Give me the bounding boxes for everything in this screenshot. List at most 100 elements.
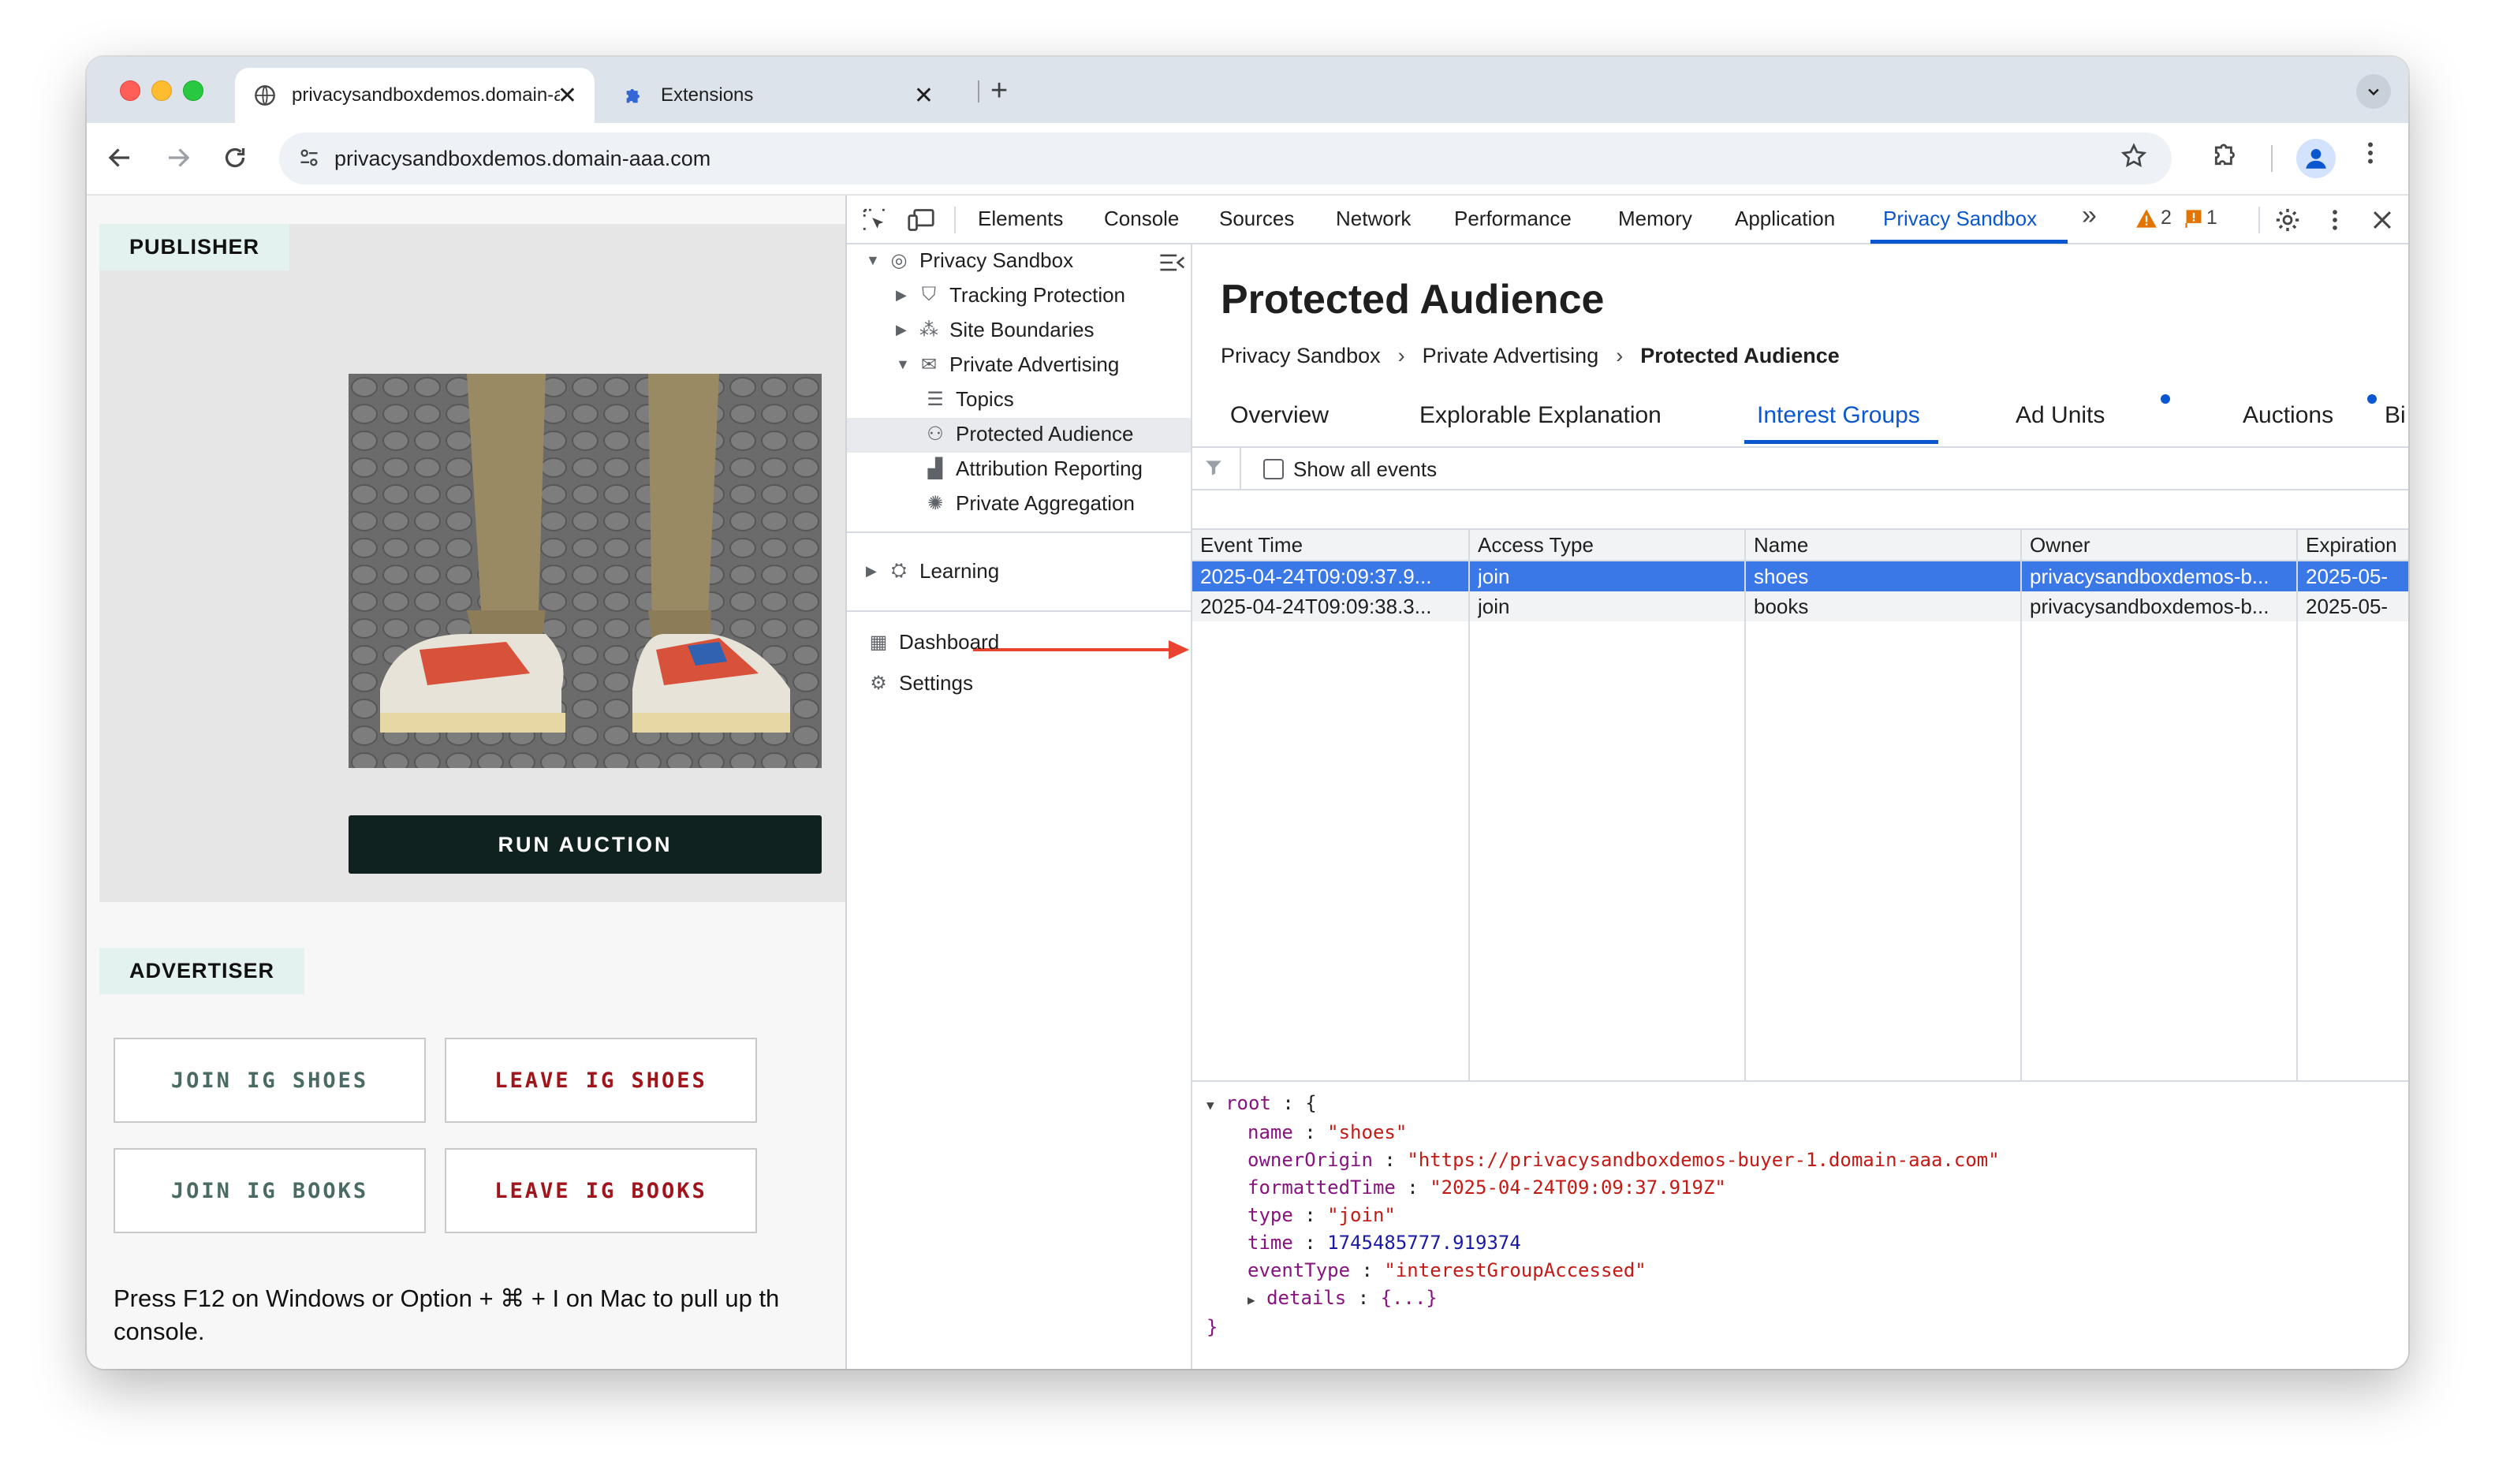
cell-expiration: 2025-05-	[2306, 565, 2389, 588]
close-tab-icon[interactable]: ✕	[558, 82, 577, 110]
minimize-window-button[interactable]	[151, 80, 172, 101]
tab-privacysandboxdemos[interactable]: privacysandboxdemos.domain-aaa.com ✕	[235, 68, 595, 123]
toolbar-divider	[2271, 145, 2273, 172]
join-ig-shoes-button[interactable]: JOIN IG SHOES	[114, 1038, 426, 1123]
settings-gear-icon[interactable]	[2274, 207, 2301, 233]
tree-label: Attribution Reporting	[956, 456, 1143, 480]
tab-performance[interactable]: Performance	[1454, 207, 1572, 231]
back-icon[interactable]	[106, 144, 134, 172]
notification-dot	[2367, 394, 2377, 404]
tab-privacy-sandbox[interactable]: Privacy Sandbox	[1883, 207, 2037, 231]
expanded-triangle-icon: ▼	[896, 356, 910, 372]
bookmark-star-icon[interactable]	[2120, 142, 2148, 170]
tree-item-learning[interactable]: ▶ ⛭ Learning	[866, 555, 999, 587]
json-key: root	[1225, 1092, 1271, 1114]
subtab-truncated[interactable]: Bi	[2385, 402, 2406, 429]
more-vertical-icon[interactable]	[2322, 207, 2348, 233]
close-tab-icon[interactable]: ✕	[914, 82, 934, 110]
help-text: Press F12 on Windows or Option + ⌘ + I o…	[114, 1282, 845, 1348]
tree-item-site-boundaries[interactable]: ▶ ⁂ Site Boundaries	[896, 314, 1095, 345]
tree-item-protected-audience[interactable]: ⚇ Protected Audience	[923, 418, 1133, 449]
run-auction-button[interactable]: RUN AUCTION	[349, 815, 822, 874]
leave-ig-books-button[interactable]: LEAVE IG BOOKS	[445, 1148, 757, 1233]
collapse-sidebar-icon[interactable]	[1159, 252, 1186, 273]
header-access-type[interactable]: Access Type	[1478, 533, 1594, 557]
tab-memory[interactable]: Memory	[1618, 207, 1692, 231]
show-all-events-checkbox[interactable]	[1263, 459, 1284, 479]
tab-search-button[interactable]	[2356, 74, 2391, 109]
tab-elements[interactable]: Elements	[978, 207, 1063, 231]
tab-sources[interactable]: Sources	[1219, 207, 1294, 231]
subtab-overview[interactable]: Overview	[1230, 402, 1329, 429]
warning-count: 2	[2161, 207, 2172, 229]
tree-item-privacy-sandbox[interactable]: ▼ ◎ Privacy Sandbox	[866, 244, 1073, 276]
help-text-line1: Press F12 on Windows or Option + ⌘ + I o…	[114, 1285, 780, 1312]
url-text: privacysandboxdemos.domain-aaa.com	[334, 146, 711, 170]
json-value: "2025-04-24T09:09:37.919Z"	[1430, 1176, 1726, 1199]
profile-avatar[interactable]	[2296, 139, 2336, 178]
header-owner[interactable]: Owner	[2030, 533, 2090, 557]
cell-owner: privacysandboxdemos-b...	[2030, 595, 2269, 618]
address-bar[interactable]: privacysandboxdemos.domain-aaa.com	[279, 132, 2172, 185]
close-window-button[interactable]	[120, 80, 140, 101]
reload-icon[interactable]	[221, 144, 249, 172]
tree-item-private-aggregation[interactable]: ✺ Private Aggregation	[923, 487, 1135, 519]
json-line-time: time : 1745485777.919374	[1248, 1232, 1521, 1254]
more-vertical-icon[interactable]	[2356, 139, 2385, 167]
tab-console[interactable]: Console	[1104, 207, 1179, 231]
breadcrumb-item[interactable]: Private Advertising	[1423, 344, 1599, 367]
tree-item-tracking-protection[interactable]: ▶ ⛉ Tracking Protection	[896, 279, 1125, 311]
advertiser-label: ADVERTISER	[99, 948, 305, 994]
header-event-time[interactable]: Event Time	[1200, 533, 1303, 557]
tree-item-settings[interactable]: ⚙ Settings	[866, 667, 973, 699]
cell-access-type: join	[1478, 595, 1510, 618]
cell-name: books	[1754, 595, 1809, 618]
content-area: PUBLISHER RUN AUCTION ADVERTISER JOIN IG…	[87, 196, 2408, 1369]
extensions-icon[interactable]	[2211, 139, 2241, 169]
join-ig-books-button[interactable]: JOIN IG BOOKS	[114, 1148, 426, 1233]
maximize-window-button[interactable]	[183, 80, 203, 101]
tab-application[interactable]: Application	[1735, 207, 1835, 231]
filter-icon[interactable]	[1203, 456, 1224, 479]
annotation-arrow	[973, 648, 1175, 651]
tree-label: Private Aggregation	[956, 490, 1135, 515]
new-tab-button[interactable]: +	[990, 74, 1008, 108]
subtab-ad-units[interactable]: Ad Units	[2016, 402, 2105, 429]
web-page: PUBLISHER RUN AUCTION ADVERTISER JOIN IG…	[87, 196, 845, 1369]
notification-dot	[2161, 394, 2170, 404]
header-expiration[interactable]: Expiration	[2306, 533, 2408, 557]
tree-item-attribution-reporting[interactable]: ▟ Attribution Reporting	[923, 453, 1143, 484]
close-devtools-icon[interactable]	[2369, 207, 2396, 233]
json-value: "join"	[1327, 1204, 1396, 1226]
subtab-auctions[interactable]: Auctions	[2243, 402, 2333, 429]
json-line-name: name : "shoes"	[1248, 1121, 1408, 1143]
collapsed-triangle-icon: ▶	[896, 286, 907, 303]
warning-icon	[2136, 208, 2157, 228]
warnings-badge[interactable]: 2 1	[2135, 207, 2217, 229]
subtab-explorable-explanation[interactable]: Explorable Explanation	[1419, 402, 1661, 429]
chevron-right-icon: ›	[1616, 344, 1624, 367]
bar-chart-icon: ▟	[927, 457, 943, 479]
subtab-interest-groups[interactable]: Interest Groups	[1757, 402, 1920, 429]
show-all-events-label: Show all events	[1293, 457, 1438, 481]
tree-label: Learning	[919, 558, 1000, 583]
header-name[interactable]: Name	[1754, 533, 1808, 557]
inspect-element-icon[interactable]	[861, 207, 888, 233]
json-line-details[interactable]: ▶ details : {...}	[1206, 1285, 2000, 1314]
active-subtab-indicator	[1744, 440, 1938, 444]
tree-label: Privacy Sandbox	[919, 248, 1074, 272]
json-root-line[interactable]: ▼ root : {	[1206, 1090, 2000, 1119]
tree-item-dashboard[interactable]: ▦ Dashboard	[866, 626, 1000, 658]
site-info-icon[interactable]	[298, 147, 320, 169]
active-tab-indicator	[1870, 240, 2068, 244]
more-tabs-icon[interactable]: »	[2082, 200, 2097, 231]
forward-icon[interactable]	[164, 144, 192, 172]
leave-ig-shoes-button[interactable]: LEAVE IG SHOES	[445, 1038, 757, 1123]
device-toolbar-icon[interactable]	[907, 207, 935, 233]
tab-extensions[interactable]: Extensions ✕	[604, 68, 951, 123]
tab-network[interactable]: Network	[1336, 207, 1411, 231]
tree-item-topics[interactable]: ☰ Topics	[923, 383, 1013, 415]
json-line-event-type: eventType : "interestGroupAccessed"	[1248, 1259, 1647, 1281]
breadcrumb-item[interactable]: Privacy Sandbox	[1221, 344, 1381, 367]
tree-item-private-advertising[interactable]: ▼ ✉ Private Advertising	[896, 349, 1119, 380]
